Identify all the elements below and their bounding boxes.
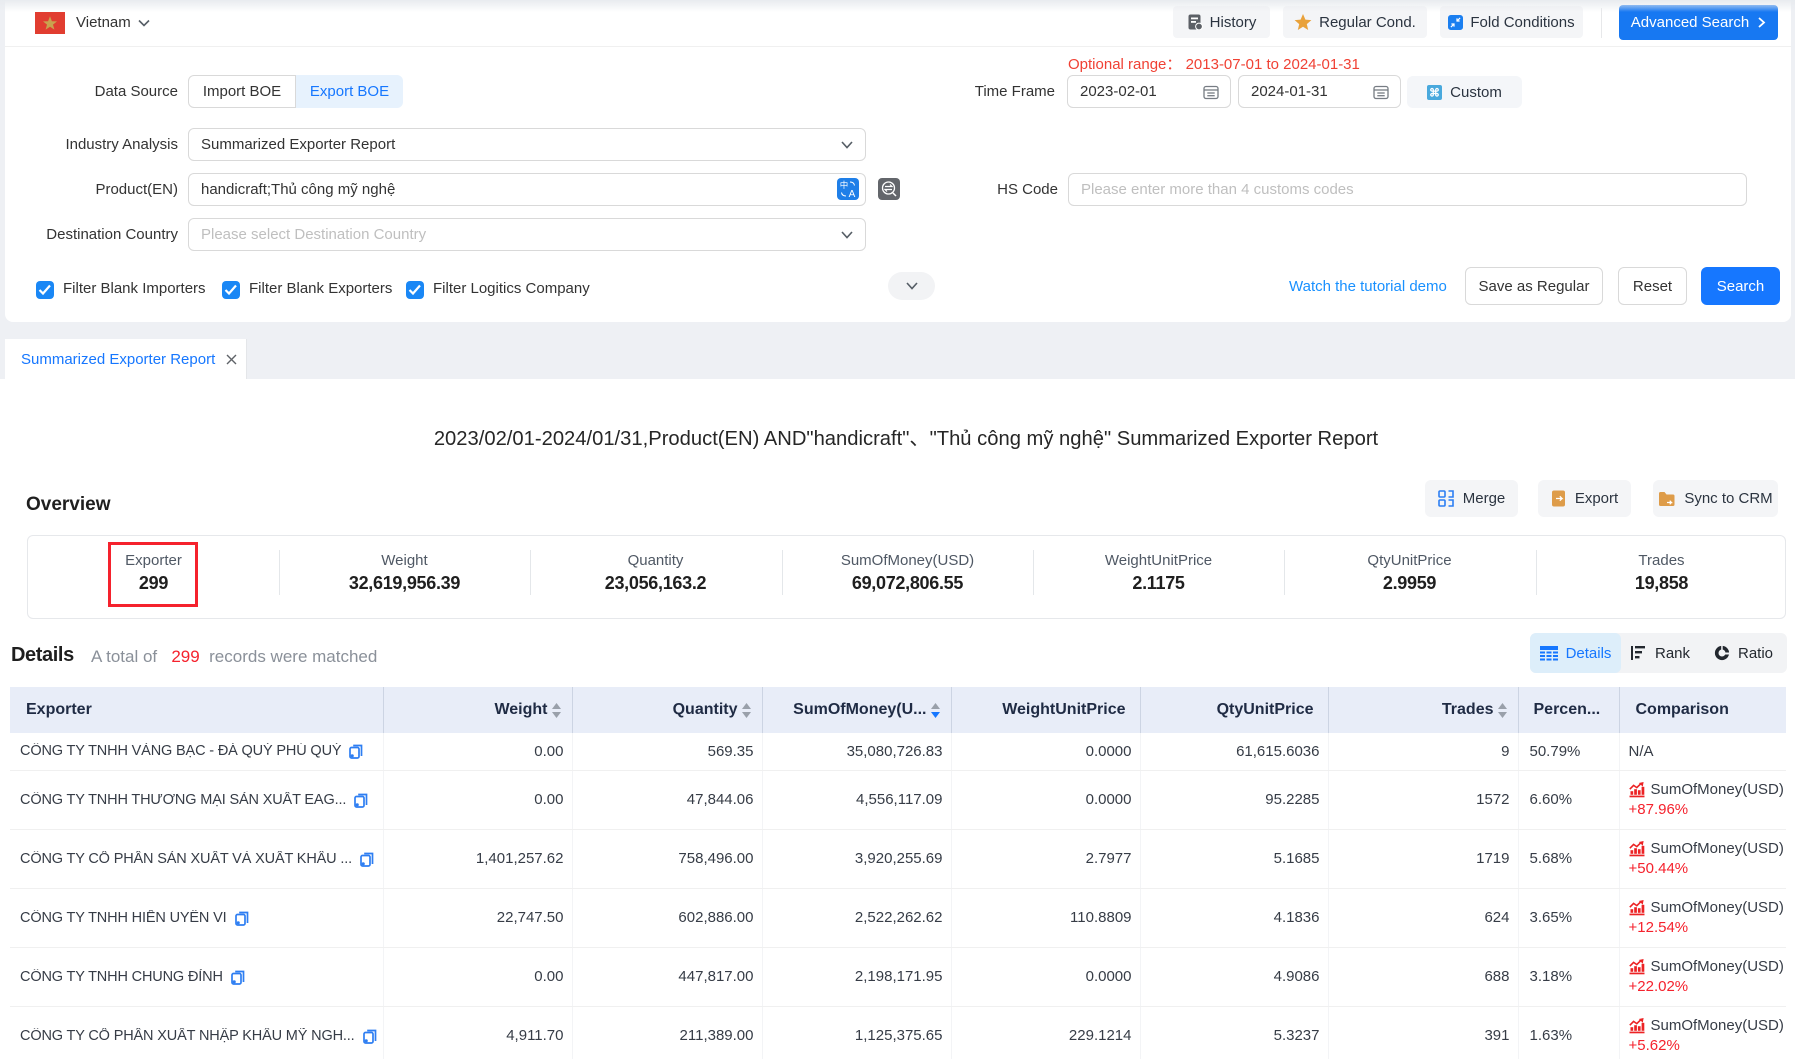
svg-text:中: 中 [840, 180, 849, 190]
svg-text:A: A [849, 189, 856, 200]
svg-text:⌘: ⌘ [1429, 87, 1440, 99]
